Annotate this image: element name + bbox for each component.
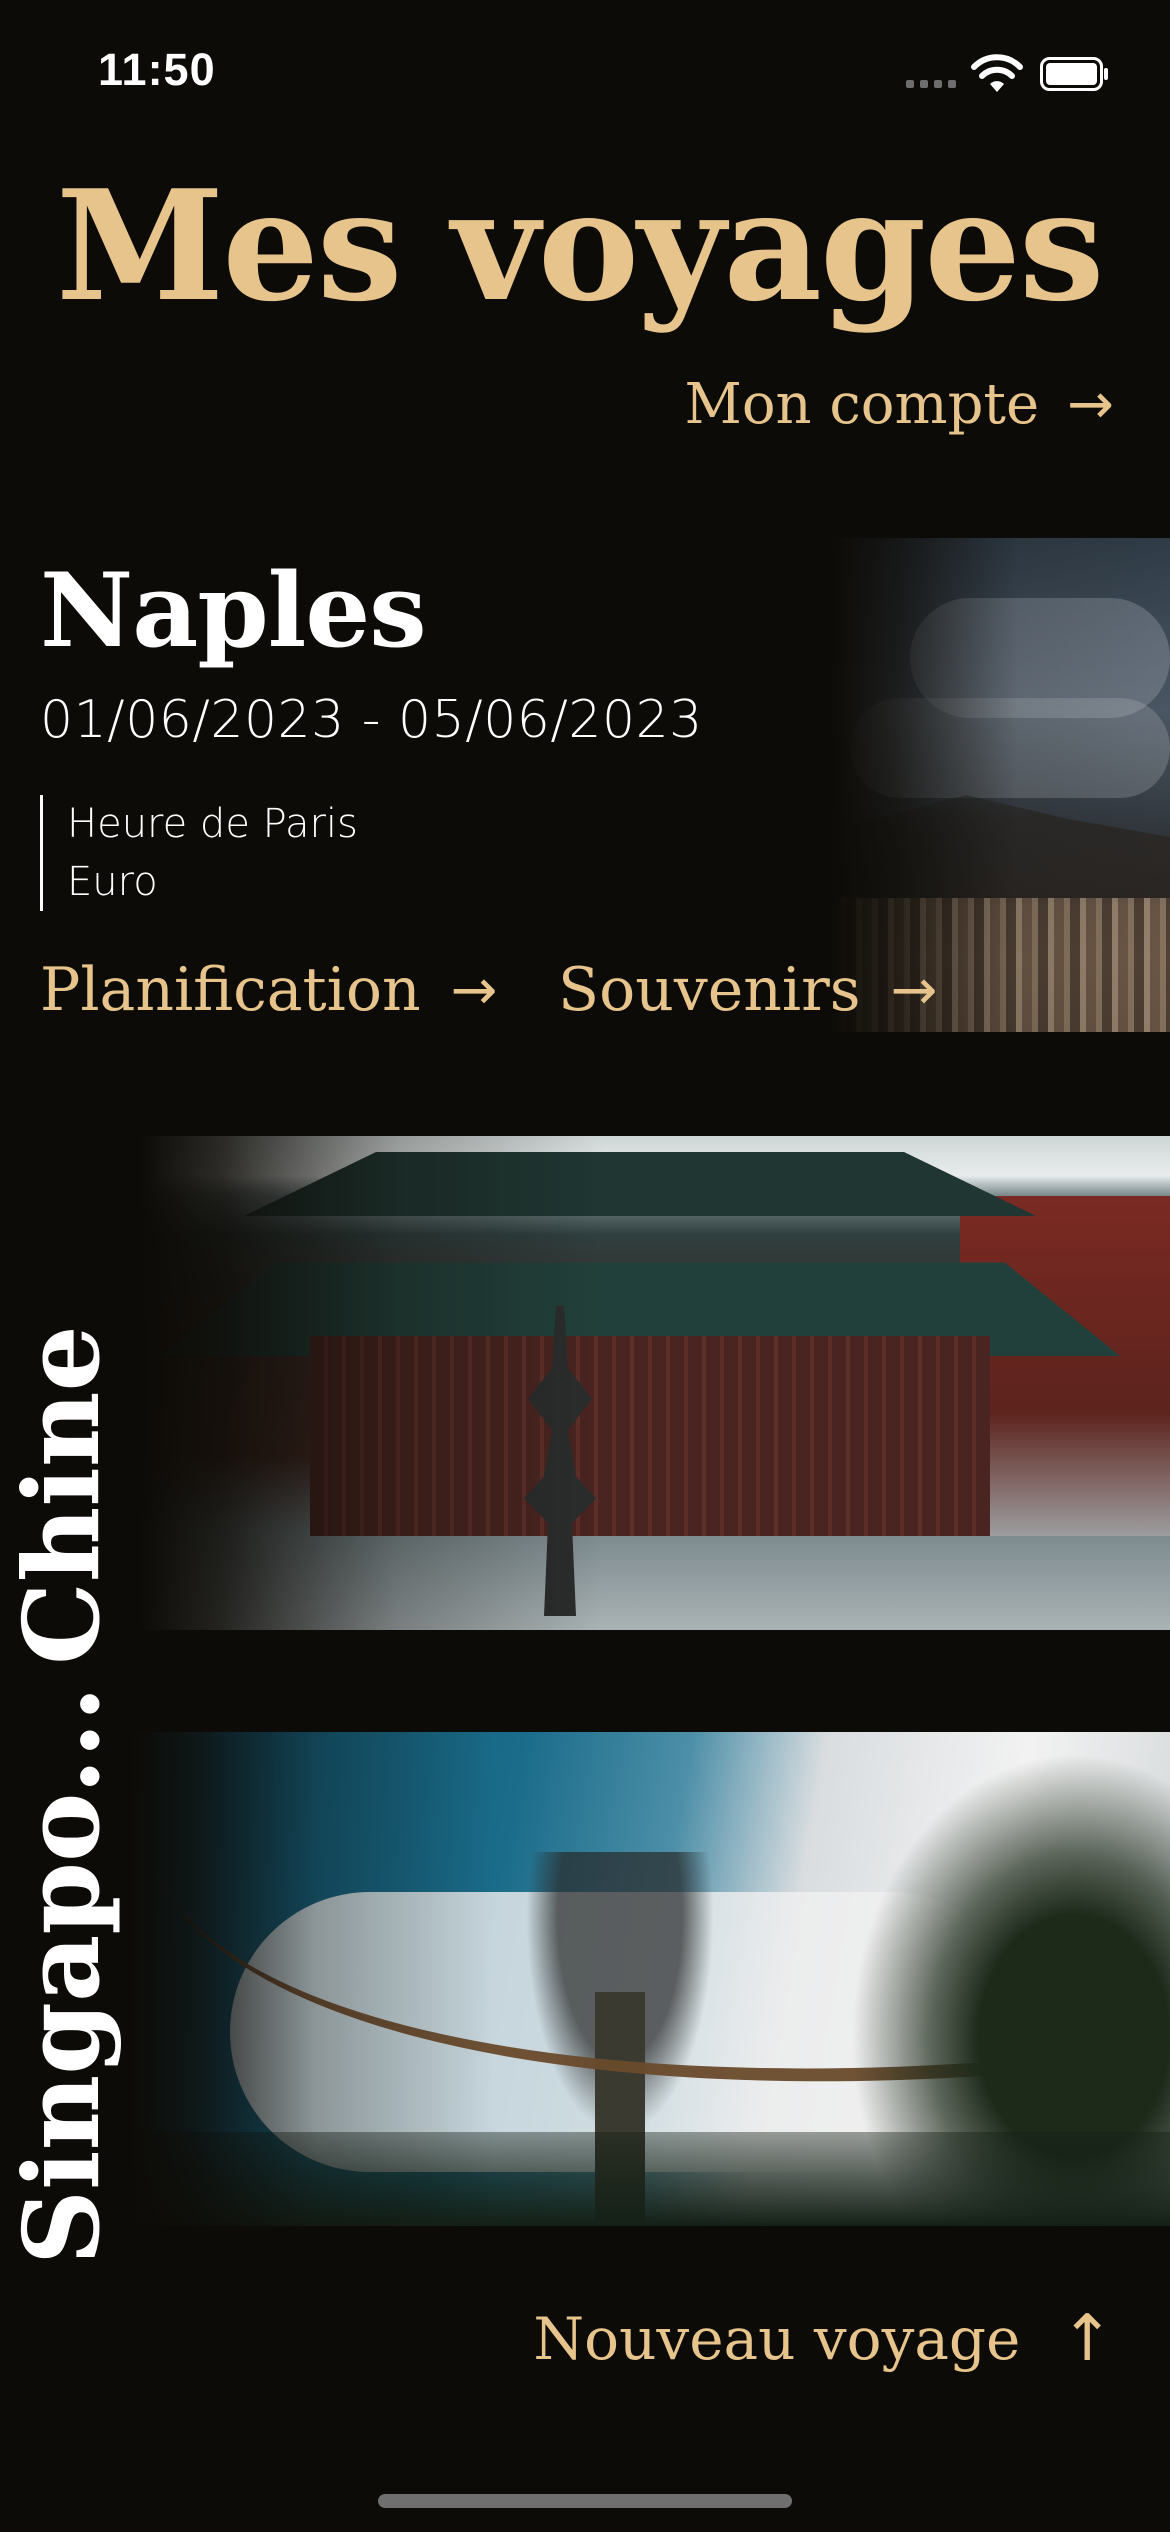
trip-dates: 01/06/2023 - 05/06/2023: [40, 690, 703, 750]
trip-photo-singapore[interactable]: [130, 1732, 1170, 2226]
battery-icon: [1040, 57, 1108, 91]
arrow-right-icon: →: [890, 957, 938, 1023]
trip-title-singapore[interactable]: Singapo...: [0, 1686, 123, 2265]
wifi-icon: [971, 54, 1023, 92]
planning-link[interactable]: Planification →: [40, 955, 498, 1025]
new-trip-label: Nouveau voyage: [533, 2305, 1021, 2373]
page-title: Mes voyages: [56, 156, 1105, 335]
souvenirs-link-label: Souvenirs: [558, 955, 861, 1025]
account-link-label: Mon compte: [684, 372, 1040, 437]
home-indicator[interactable]: [378, 2494, 792, 2508]
arrow-up-icon: ↑: [1060, 2302, 1114, 2376]
account-link[interactable]: Mon compte →: [684, 372, 1114, 437]
arrow-right-icon: →: [1067, 372, 1114, 437]
cellular-signal-icon: [906, 80, 956, 88]
new-trip-button[interactable]: Nouveau voyage ↑: [533, 2302, 1114, 2376]
status-time: 11:50: [98, 44, 216, 95]
trip-info: Heure de Paris Euro: [40, 795, 358, 911]
trip-title-chine[interactable]: Chine: [0, 1325, 123, 1665]
trip-photo-chine[interactable]: [140, 1136, 1170, 1630]
souvenirs-link[interactable]: Souvenirs →: [558, 955, 938, 1025]
trip-title[interactable]: Naples: [40, 560, 427, 662]
trip-timezone: Heure de Paris: [67, 801, 358, 847]
arrow-right-icon: →: [450, 957, 498, 1023]
trip-currency: Euro: [67, 859, 158, 905]
planning-link-label: Planification: [40, 955, 421, 1025]
